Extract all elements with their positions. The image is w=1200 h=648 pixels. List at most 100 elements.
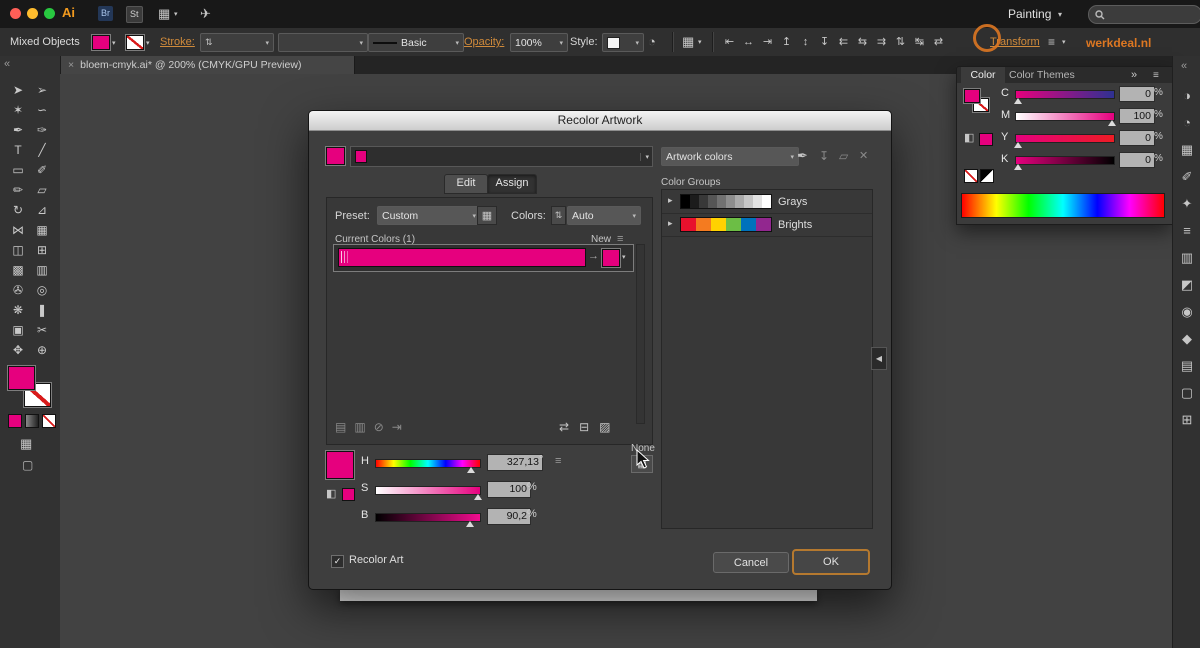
recolor-artwork-button[interactable]: ◔ [648, 34, 656, 49]
type-tool[interactable]: T [6, 140, 30, 160]
expand-dock-icon[interactable]: « [1181, 60, 1187, 72]
hue-slider[interactable] [375, 459, 481, 473]
select-similar-icon[interactable]: ▦ [682, 34, 694, 50]
curvature-tool[interactable]: ✑ [30, 120, 54, 140]
style-caret-icon[interactable]: ▾ [635, 39, 639, 47]
artwork-colors-caret-icon[interactable]: ▾ [790, 153, 794, 161]
separate-colors-icon[interactable]: ▥ [354, 420, 365, 434]
ok-button[interactable]: OK [792, 549, 870, 575]
blend-tool[interactable]: ◎ [30, 280, 54, 300]
column-graph-tool[interactable]: ❚ [30, 300, 54, 320]
layers-panel-icon[interactable]: ▤ [1173, 352, 1200, 379]
dialog-titlebar[interactable]: Recolor Artwork [309, 111, 891, 131]
brush-caret-icon[interactable]: ▾ [455, 39, 459, 47]
brush-definition-combo[interactable]: Basic ▾ [368, 33, 464, 52]
preset-caret-icon[interactable]: ▾ [472, 212, 476, 220]
share-icon[interactable]: ✈ [200, 6, 211, 22]
black-white-swatch[interactable] [980, 169, 994, 183]
align-center-horizontal-icon[interactable]: ↔ [741, 35, 756, 48]
color-group-row-grays[interactable]: ▸ Grays [662, 190, 872, 214]
get-colors-eyedropper-icon[interactable]: ✒ [797, 148, 808, 164]
perspective-grid-tool[interactable]: ⊞ [30, 240, 54, 260]
transparency-panel-icon[interactable]: ◩ [1173, 271, 1200, 298]
active-color-swatch[interactable] [326, 147, 345, 165]
new-color-row-icon[interactable]: ⇥ [392, 420, 402, 434]
graphic-styles-panel-icon[interactable]: ◆ [1173, 325, 1200, 352]
brushes-panel-icon[interactable]: ✐ [1173, 163, 1200, 190]
eraser-tool[interactable]: ▱ [30, 180, 54, 200]
select-similar-caret-icon[interactable]: ▾ [698, 38, 702, 46]
distribute-top-icon[interactable]: ⇅ [893, 35, 908, 48]
window-close-button[interactable] [10, 8, 21, 19]
bridge-icon[interactable]: Br [98, 6, 113, 21]
exclude-colors-icon[interactable]: ⊘ [374, 420, 384, 434]
colors-count-combo[interactable]: Auto ▾ [567, 206, 641, 225]
opacity-panel-link[interactable]: Opacity: [464, 36, 504, 48]
cyan-slider[interactable] [1013, 90, 1115, 104]
panel-menu-icon[interactable]: ≡ [1153, 70, 1159, 81]
find-color-icon[interactable]: ▨ [599, 420, 610, 434]
variable-width-profile-combo[interactable]: ▾ [278, 33, 368, 52]
colors-stepper-icon[interactable]: ⇅ [551, 206, 566, 225]
cancel-button[interactable]: Cancel [713, 552, 789, 573]
magenta-slider[interactable] [1015, 112, 1117, 126]
random-color-order-icon[interactable]: ⇄ [559, 420, 569, 434]
magenta-value[interactable]: 100 [1119, 108, 1155, 124]
none-mode-button[interactable] [42, 414, 56, 428]
drawing-modes-button[interactable]: ▦ [20, 436, 32, 452]
tab-assign[interactable]: Assign [487, 174, 537, 194]
workspace-caret-icon[interactable]: ▾ [1058, 10, 1062, 19]
document-tab[interactable]: × bloem-cmyk.ai* @ 200% (CMYK/GPU Previe… [60, 56, 355, 74]
screen-mode-button[interactable]: ▢ [22, 458, 33, 472]
saturation-slider[interactable] [375, 486, 482, 500]
profile-caret-icon[interactable]: ▾ [359, 39, 363, 47]
distribute-right-icon[interactable]: ⇉ [874, 35, 889, 48]
stroke-panel-link[interactable]: Stroke: [160, 36, 195, 48]
gradient-panel-icon[interactable]: ▥ [1173, 244, 1200, 271]
black-slider[interactable] [1013, 156, 1115, 170]
mesh-tool[interactable]: ▩ [6, 260, 30, 280]
selected-color-preview-swatch[interactable] [326, 451, 354, 479]
stock-icon[interactable]: St [126, 6, 143, 23]
pencil-tool[interactable]: ✏ [6, 180, 30, 200]
opacity-combo[interactable]: 100% ▾ [510, 33, 568, 52]
align-right-icon[interactable]: ⇥ [760, 35, 775, 48]
swatches-panel-icon[interactable]: ▦ [1173, 136, 1200, 163]
color-mode-button[interactable] [8, 414, 22, 428]
collapse-tools-icon[interactable]: « [4, 58, 10, 70]
current-color-bar[interactable] [338, 248, 586, 267]
lasso-tool[interactable]: ∽ [30, 100, 54, 120]
color-guide-panel-icon[interactable]: ◔ [1173, 109, 1200, 136]
stroke-caret-icon[interactable]: ▾ [146, 39, 150, 47]
none-swatch[interactable] [964, 169, 978, 183]
pen-tool[interactable]: ✒ [6, 120, 30, 140]
workspace-switcher[interactable]: Painting [1008, 7, 1051, 21]
align-center-vertical-icon[interactable]: ↕ [798, 35, 813, 48]
saturation-value[interactable]: 100 [487, 481, 531, 498]
hsb-gamut-cube-icon[interactable]: ◧ [326, 487, 336, 500]
color-mapping-row[interactable]: → ▾ [333, 244, 634, 272]
distribute-center-h-icon[interactable]: ⇆ [855, 35, 870, 48]
preset-combo[interactable]: Custom ▾ [377, 206, 481, 225]
stroke-weight-stepper-icon[interactable]: ⇅ [205, 37, 213, 48]
arrange-documents-icon[interactable]: ▦ [158, 6, 170, 22]
brights-disclosure-icon[interactable]: ▸ [668, 218, 673, 229]
in-gamut-swatch[interactable] [979, 133, 993, 146]
align-panel-icon[interactable]: ⊞ [1173, 406, 1200, 433]
selection-tool[interactable]: ➤ [6, 80, 30, 100]
rectangle-tool[interactable]: ▭ [6, 160, 30, 180]
artboard-tool[interactable]: ▣ [6, 320, 30, 340]
stroke-color-swatch[interactable] [126, 35, 144, 50]
opacity-caret-icon[interactable]: ▾ [559, 39, 563, 47]
group-bar-caret-icon[interactable]: ▾ [640, 153, 649, 161]
recolor-art-checkbox[interactable]: ✓ [331, 555, 344, 568]
new-color-caret-icon[interactable]: ▾ [622, 253, 626, 261]
new-color-swatch[interactable] [602, 249, 620, 267]
window-zoom-button[interactable] [44, 8, 55, 19]
tab-color[interactable]: Color [961, 67, 1005, 84]
tab-close-icon[interactable]: × [68, 59, 74, 71]
yellow-value[interactable]: 0 [1119, 130, 1155, 146]
align-bottom-icon[interactable]: ↧ [817, 35, 832, 48]
width-tool[interactable]: ⋈ [6, 220, 30, 240]
cyan-value[interactable]: 0 [1119, 86, 1155, 102]
